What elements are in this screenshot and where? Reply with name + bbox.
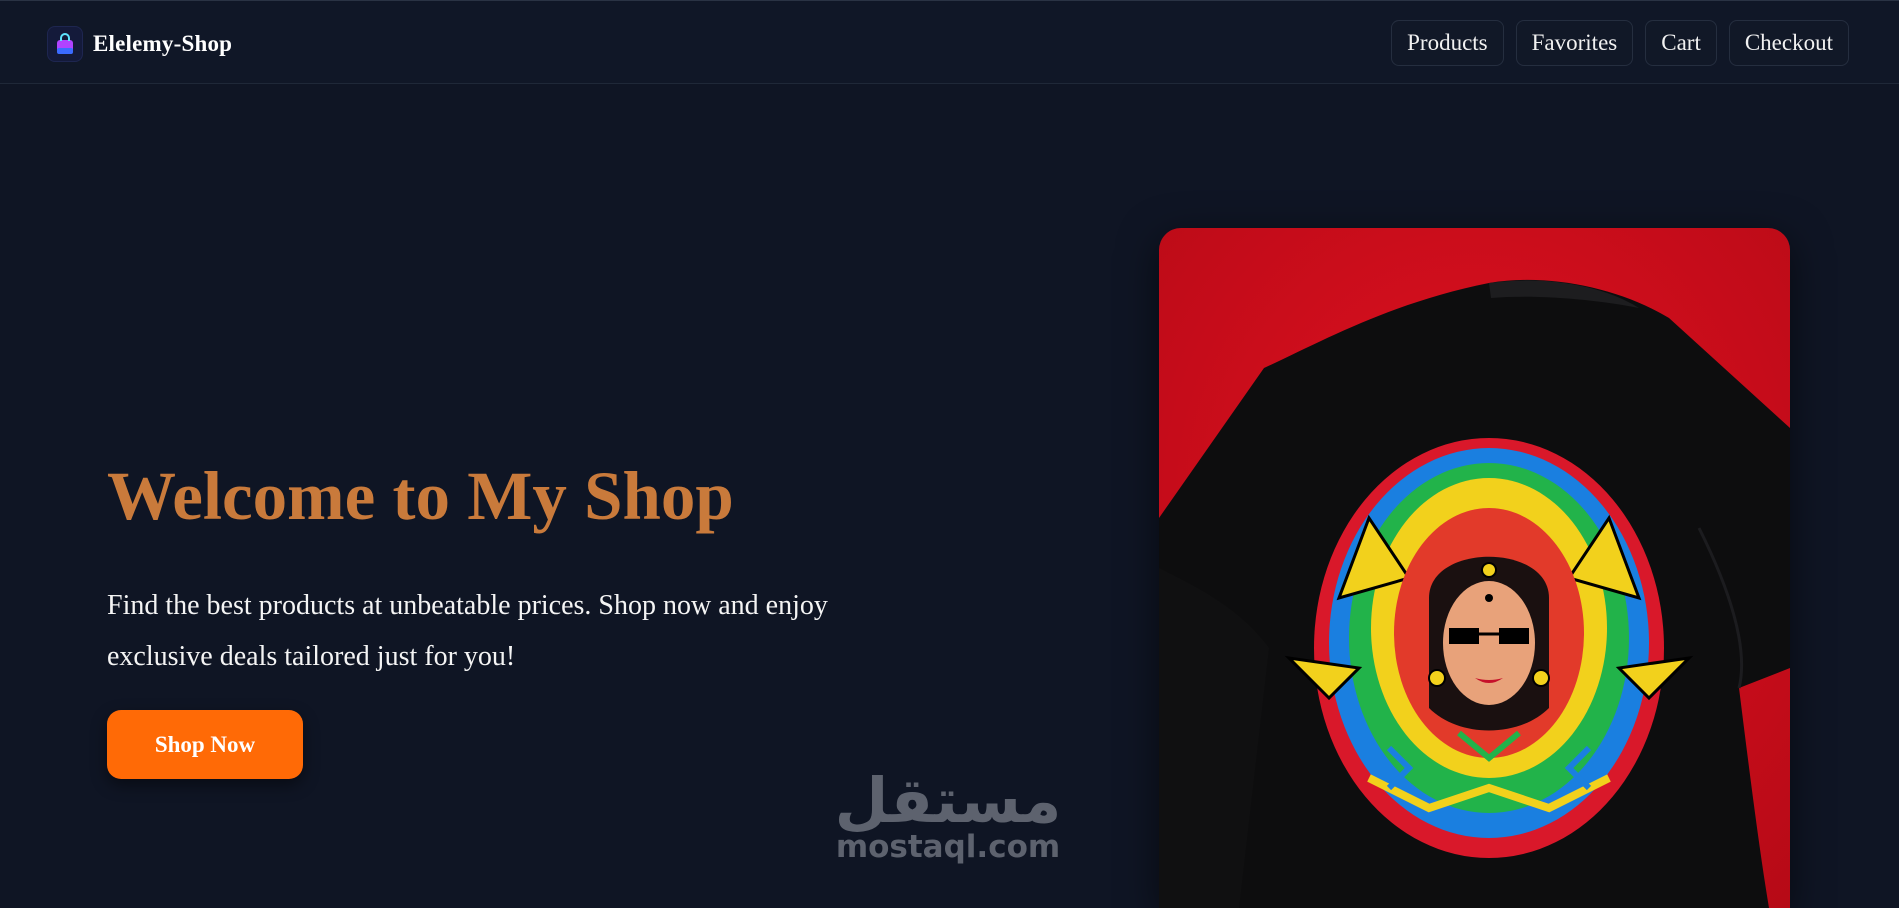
shop-now-button[interactable]: Shop Now [107,710,303,779]
watermark-arabic: مستقل [834,764,1062,837]
nav-favorites-button[interactable]: Favorites [1515,20,1634,66]
mostaql-watermark: مستقل mostaql.com [832,764,1064,865]
hero-description: Find the best products at unbeatable pri… [107,590,828,672]
main-nav: Products Favorites Cart Checkout [1391,20,1849,66]
nav-cart-button[interactable]: Cart [1645,20,1717,66]
watermark-latin: mostaql.com [835,829,1061,865]
tshirt-illustration [1159,228,1790,908]
nav-products-button[interactable]: Products [1391,20,1504,66]
shopping-bag-icon [47,26,83,62]
brand-name: Elelemy-Shop [93,31,233,56]
nav-checkout-button[interactable]: Checkout [1728,20,1849,66]
product-image [1159,228,1790,908]
brand[interactable]: Elelemy-Shop [47,26,232,62]
hero-title: Welcome to My Shop [107,458,734,534]
top-navbar: Elelemy-Shop Products Favorites Cart Che… [0,0,1899,84]
